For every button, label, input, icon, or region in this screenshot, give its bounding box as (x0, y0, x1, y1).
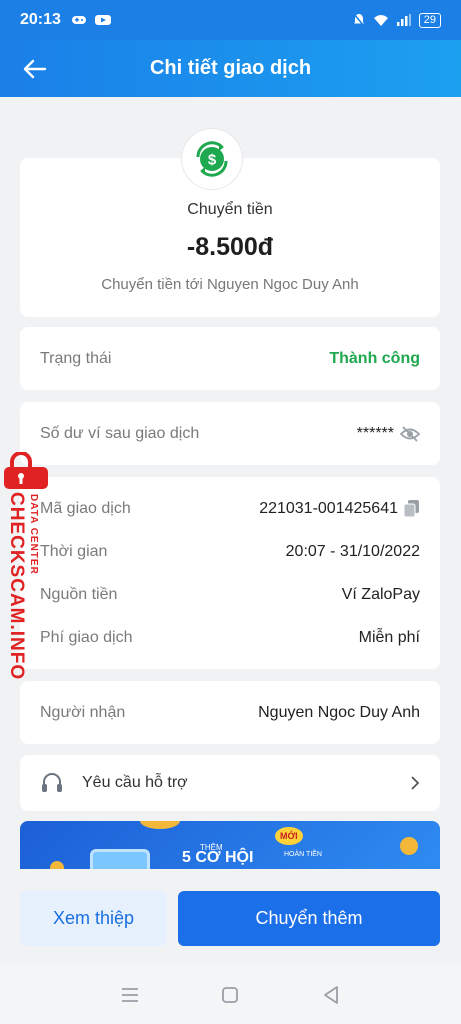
time-label: Thời gian (40, 542, 108, 560)
wifi-icon (373, 14, 388, 26)
triangle-back-icon (323, 985, 338, 1004)
system-nav-bar (0, 965, 461, 1024)
detail-row-time: Thời gian 20:07 - 31/10/2022 (20, 530, 440, 573)
eye-off-icon[interactable] (400, 425, 420, 442)
source-value: Ví ZaloPay (341, 585, 420, 603)
youtube-icon (94, 15, 111, 25)
transfer-more-button[interactable]: Chuyển thêm (178, 891, 440, 946)
recipient-row: Người nhận Nguyen Ngoc Duy Anh (20, 691, 440, 734)
copy-icon[interactable] (404, 499, 420, 518)
square-icon (222, 986, 239, 1003)
balance-label: Số dư ví sau giao dịch (40, 424, 200, 442)
transaction-description: Chuyển tiền tới Nguyen Ngoc Duy Anh (101, 276, 359, 293)
back-button[interactable] (20, 54, 50, 84)
coin-decoration (140, 821, 180, 829)
watermark-subtext: DATA CENTER (28, 494, 39, 575)
status-bar: 20:13 29 (0, 0, 461, 40)
signal-icon (396, 14, 411, 26)
view-card-button[interactable]: Xem thiệp (20, 891, 167, 946)
support-label: Yêu cầu hỗ trợ (82, 774, 188, 791)
mute-icon (353, 13, 365, 27)
watermark-text: CHECKSCAM.INFO (6, 492, 27, 681)
recipient-card: Người nhận Nguyen Ngoc Duy Anh (20, 681, 440, 744)
fee-label: Phí giao dịch (40, 628, 133, 646)
balance-row: Số dư ví sau giao dịch ****** (20, 412, 440, 455)
gamepad-icon (71, 16, 86, 24)
status-row: Trạng thái Thành công (20, 337, 440, 380)
time-value: 20:07 - 31/10/2022 (285, 542, 420, 560)
app-header: Chi tiết giao dịch (0, 40, 461, 97)
recipient-label: Người nhận (40, 703, 126, 721)
new-badge: MỚI (275, 827, 303, 845)
status-card: Trạng thái Thành công (20, 327, 440, 390)
source-label: Nguồn tiền (40, 585, 118, 603)
transaction-code-label: Mã giao dịch (40, 499, 131, 517)
watermark: CHECKSCAM.INFO DATA CENTER (0, 452, 48, 682)
transaction-amount: -8.500đ (186, 233, 274, 261)
transaction-details-card: Mã giao dịch 221031-001425641 Thời gian … (20, 477, 440, 669)
menu-icon (122, 987, 139, 1002)
chevron-right-icon (411, 776, 420, 790)
transaction-code-value: 221031-001425641 (259, 499, 398, 517)
battery-indicator: 29 (418, 12, 441, 28)
recent-apps-button[interactable] (110, 975, 150, 1015)
detail-row-source: Nguồn tiền Ví ZaloPay (20, 573, 440, 616)
balance-card: Số dư ví sau giao dịch ****** (20, 402, 440, 465)
arrow-left-icon (23, 59, 47, 79)
promo-headline: 5 CƠ HỘI (182, 849, 254, 866)
money-transfer-icon: $ (196, 141, 228, 177)
coin-decoration (400, 837, 418, 855)
lock-icon (4, 452, 48, 489)
clock: 20:13 (20, 11, 61, 28)
recipient-value: Nguyen Ngoc Duy Anh (258, 703, 420, 721)
home-button[interactable] (210, 975, 250, 1015)
support-request-button[interactable]: Yêu cầu hỗ trợ (20, 755, 440, 811)
fee-value: Miễn phí (358, 628, 420, 646)
status-badge: Thành công (329, 349, 420, 367)
status-label: Trạng thái (40, 349, 112, 367)
system-back-button[interactable] (311, 975, 351, 1015)
detail-row-code: Mã giao dịch 221031-001425641 (20, 487, 440, 530)
svg-text:$: $ (208, 152, 217, 169)
headset-icon (42, 773, 62, 792)
promo-subtag: HOÀN TIỀN (284, 851, 322, 858)
detail-row-fee: Phí giao dịch Miễn phí (20, 616, 440, 659)
page-title: Chi tiết giao dịch (149, 57, 312, 79)
balance-value: ****** (356, 424, 394, 442)
transfer-icon-badge: $ (181, 128, 243, 190)
transaction-type: Chuyển tiền (187, 201, 273, 218)
